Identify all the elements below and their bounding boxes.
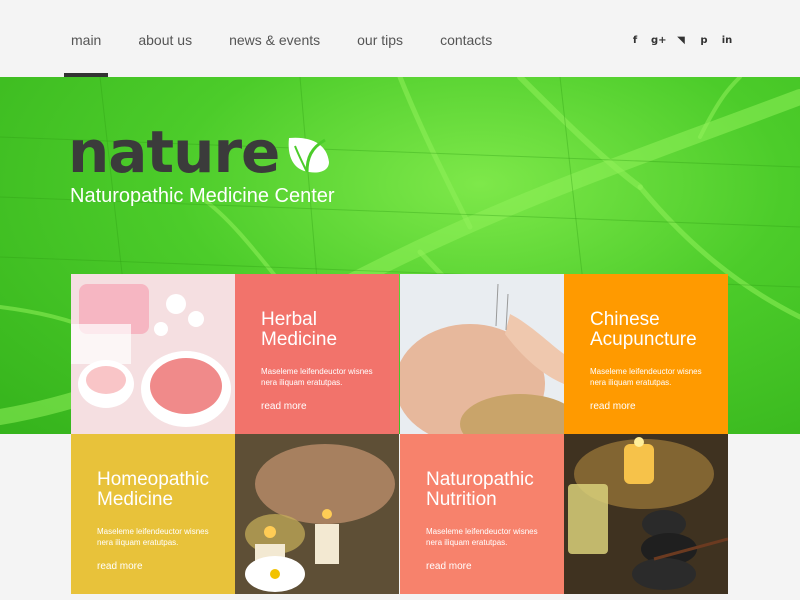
naturopathic-nutrition-read-more-link[interactable]: read more <box>426 561 472 572</box>
pinterest-icon[interactable]: p <box>697 34 711 48</box>
chinese-acupuncture-read-more-link[interactable]: read more <box>590 401 636 412</box>
nav-item-main[interactable]: main <box>64 0 109 77</box>
naturopathic-nutrition-desc: Maseleme leifendeuctor wisnes nera iliqu… <box>426 527 538 547</box>
rss-icon[interactable]: ◥ <box>674 34 688 48</box>
nav-item-news-events[interactable]: news & events <box>222 0 327 77</box>
leaf-logo-icon <box>289 137 330 173</box>
header: main about us news & events our tips con… <box>0 0 800 77</box>
main-nav: main about us news & events our tips con… <box>64 0 522 77</box>
herbal-products-image <box>71 274 235 434</box>
chinese-acupuncture-desc: Maseleme leifendeuctor wisnes nera iliqu… <box>590 367 702 387</box>
spa-massage-image <box>235 434 399 594</box>
acupuncture-image <box>400 274 564 434</box>
herbal-medicine-card: Herbal Medicine Maseleme leifendeuctor w… <box>235 274 399 434</box>
logo-wordmark: nature <box>68 118 280 186</box>
herbal-medicine-title: Herbal Medicine <box>261 309 338 350</box>
facebook-icon[interactable]: f <box>628 34 642 48</box>
social-links: f g+ ◥ p in <box>628 34 743 48</box>
homeopathic-medicine-read-more-link[interactable]: read more <box>97 561 143 572</box>
homeopathic-medicine-title: Homeopathic Medicine <box>97 469 209 510</box>
herbal-medicine-read-more-link[interactable]: read more <box>261 401 307 412</box>
chinese-acupuncture-card: Chinese Acupuncture Maseleme leifendeuct… <box>564 274 728 434</box>
naturopathic-nutrition-card: Naturopathic Nutrition Maseleme leifende… <box>400 434 564 594</box>
hero-tagline: Naturopathic Medicine Center <box>70 185 335 207</box>
herbal-medicine-desc: Maseleme leifendeuctor wisnes nera iliqu… <box>261 367 373 387</box>
nav-item-our-tips[interactable]: our tips <box>350 0 410 77</box>
google-plus-icon[interactable]: g+ <box>651 34 667 48</box>
nav-item-contacts[interactable]: contacts <box>433 0 499 77</box>
naturopathic-nutrition-title: Naturopathic Nutrition <box>426 469 534 510</box>
site-logo[interactable]: nature <box>68 123 333 181</box>
aromatherapy-image <box>564 434 728 594</box>
chinese-acupuncture-title: Chinese Acupuncture <box>590 309 697 350</box>
homeopathic-medicine-desc: Maseleme leifendeuctor wisnes nera iliqu… <box>97 527 209 547</box>
nav-item-about-us[interactable]: about us <box>131 0 199 77</box>
homeopathic-medicine-card: Homeopathic Medicine Maseleme leifendeuc… <box>71 434 235 594</box>
linkedin-icon[interactable]: in <box>720 34 734 48</box>
